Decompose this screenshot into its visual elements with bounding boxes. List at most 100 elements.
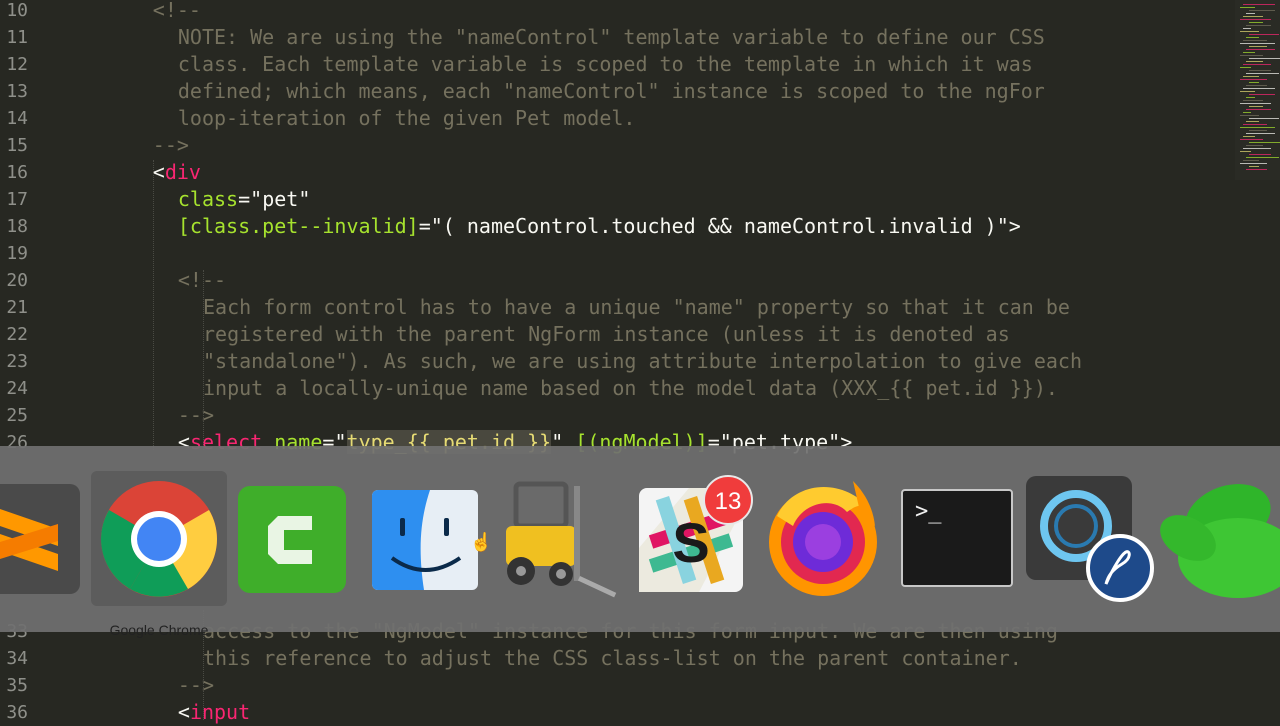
code-text: NOTE: We are using the "nameControl" tem… — [178, 24, 1045, 51]
code-token: input — [189, 700, 251, 724]
code-token: registered with the parent NgForm instan… — [203, 322, 1010, 346]
line-number: 24 — [6, 378, 28, 399]
acrobat-reader-icon[interactable] — [1026, 476, 1156, 602]
code-line[interactable]: 10 <!-- — [0, 0, 1230, 24]
code-line[interactable]: 13 defined; which means, each "nameContro… — [0, 78, 1230, 105]
code-line[interactable]: 18 [class.pet--invalid]="( nameControl.to… — [0, 213, 1230, 240]
code-line[interactable]: 25 --> — [0, 402, 1230, 429]
forklift-icon[interactable] — [496, 476, 622, 601]
code-text: <input — [178, 699, 250, 726]
minimap-line — [1240, 163, 1267, 164]
minimap-line — [1243, 100, 1263, 101]
code-text: "standalone"). As such, we are using att… — [203, 348, 1082, 375]
line-number: 19 — [6, 243, 28, 264]
code-line[interactable]: 17 class="pet" — [0, 186, 1230, 213]
code-token: "standalone"). As such, we are using att… — [203, 349, 1082, 373]
finder-icon[interactable] — [372, 490, 478, 590]
code-text: Each form control has to have a unique "… — [203, 294, 1070, 321]
code-token: --> — [177, 673, 215, 697]
firefox-icon[interactable] — [763, 476, 887, 600]
code-token: < — [177, 700, 190, 724]
line-number: 34 — [6, 648, 28, 669]
code-text: class="pet" — [178, 186, 310, 213]
code-text: defined; which means, each "nameControl"… — [178, 78, 1045, 105]
minimap-line — [1240, 43, 1275, 44]
code-line[interactable]: 14 loop-iteration of the given Pet model. — [0, 105, 1230, 132]
code-text: <!-- — [178, 267, 226, 294]
line-number: 36 — [6, 702, 28, 723]
minimap-line — [1240, 67, 1251, 68]
minimap-line — [1243, 148, 1271, 149]
minimap-line — [1246, 157, 1279, 158]
minimap-line — [1249, 166, 1259, 167]
minimap-line — [1240, 79, 1267, 80]
minimap-line — [1246, 97, 1255, 98]
code-line[interactable]: 15 --> — [0, 132, 1230, 159]
line-number: 14 — [6, 108, 28, 129]
line-number: 25 — [6, 405, 28, 426]
camtasia-icon[interactable] — [238, 486, 346, 593]
code-line[interactable]: 21 Each form control has to have a unique… — [0, 294, 1230, 321]
minimap-line — [1243, 76, 1259, 77]
minimap-line — [1243, 28, 1251, 29]
google-chrome-app[interactable]: Google Chrome — [91, 471, 227, 638]
minimap-line — [1249, 46, 1267, 47]
code-token: --> — [177, 403, 215, 427]
minimap-line — [1240, 31, 1259, 32]
code-line[interactable]: 11 NOTE: We are using the "nameControl" t… — [0, 24, 1230, 51]
minimap-line — [1246, 73, 1279, 74]
code-line[interactable]: 35 --> — [0, 672, 1230, 699]
minimap-line — [1249, 34, 1279, 35]
minimap-line — [1246, 145, 1263, 146]
code-line[interactable]: 20 <!-- — [0, 267, 1230, 294]
code-line[interactable]: 16 <div — [0, 159, 1230, 186]
minimap-line — [1240, 91, 1255, 92]
minimap-line — [1246, 169, 1267, 170]
code-line[interactable]: 23 "standalone"). As such, we are using a… — [0, 348, 1230, 375]
minimap-line — [1249, 94, 1275, 95]
code-line[interactable]: 34 this reference to adjust the CSS class… — [0, 645, 1230, 672]
minimap-line — [1246, 109, 1271, 110]
selected-app-label: Google Chrome — [109, 622, 209, 638]
code-line[interactable]: 24 input a locally-unique name based on t… — [0, 375, 1230, 402]
minimap-line — [1243, 136, 1255, 137]
minimap-line — [1246, 25, 1271, 26]
code-token: [class.pet--invalid] — [177, 214, 419, 238]
code-token: div — [164, 160, 201, 184]
minimap-line — [1246, 61, 1263, 62]
minimap-line — [1240, 7, 1255, 8]
messages-leaf-icon[interactable] — [1158, 480, 1280, 598]
minimap-line — [1249, 130, 1267, 131]
code-line[interactable]: 19 — [0, 240, 1230, 267]
code-token: "pet" — [250, 187, 311, 211]
sublime-text-icon[interactable] — [0, 484, 82, 594]
minimap-line — [1243, 112, 1251, 113]
code-token: input a locally-unique name based on the… — [203, 376, 1058, 400]
code-line[interactable]: 36 <input — [0, 699, 1230, 726]
minimap-line — [1246, 13, 1255, 14]
minimap-line — [1243, 64, 1271, 65]
indent-guide — [203, 270, 204, 450]
code-token: ="( nameControl.touched && nameControl.i… — [418, 214, 1021, 238]
minimap-line — [1249, 154, 1271, 155]
line-number: 22 — [6, 324, 28, 345]
code-token: --> — [152, 133, 189, 157]
minimap-line — [1246, 133, 1275, 134]
minimap-line — [1240, 151, 1251, 152]
code-line[interactable]: 22 registered with the parent NgForm inst… — [0, 321, 1230, 348]
line-number: 18 — [6, 216, 28, 237]
minimap[interactable] — [1235, 0, 1280, 180]
slack-badge: 13 — [703, 475, 753, 525]
line-number: 17 — [6, 189, 28, 210]
code-token: = — [238, 187, 251, 211]
minimap-line — [1249, 118, 1279, 119]
minimap-line — [1246, 49, 1275, 50]
minimap-line — [1246, 121, 1259, 122]
code-text: loop-iteration of the given Pet model. — [178, 105, 636, 132]
code-text: <div — [153, 159, 201, 186]
code-text: --> — [153, 132, 189, 159]
terminal-icon[interactable]: >_ — [901, 489, 1013, 587]
minimap-line — [1240, 55, 1263, 56]
code-line[interactable]: 12 class. Each template variable is scope… — [0, 51, 1230, 78]
minimap-line — [1243, 88, 1275, 89]
